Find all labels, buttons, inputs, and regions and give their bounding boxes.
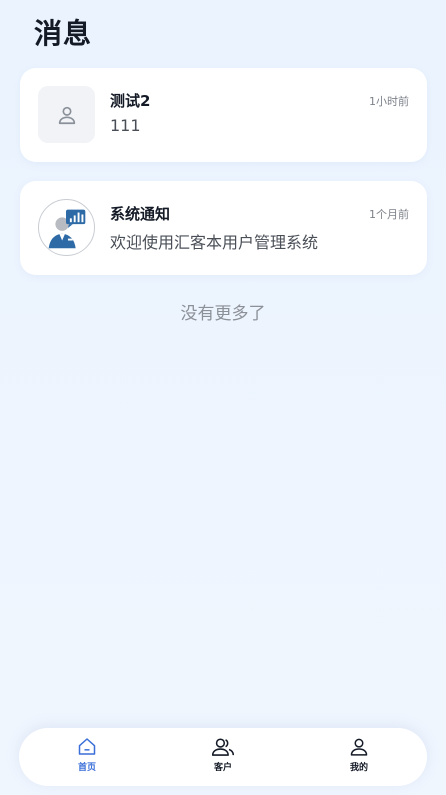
user-placeholder-icon <box>58 106 75 124</box>
avatar <box>38 86 95 143</box>
profile-icon <box>350 738 368 756</box>
tab-customers[interactable]: 客户 <box>188 737 258 779</box>
customers-icon <box>211 738 235 756</box>
message-time: 1个月前 <box>369 208 409 221</box>
avatar <box>38 199 95 256</box>
message-preview: 111 <box>110 116 141 135</box>
tab-label: 客户 <box>213 763 232 773</box>
message-preview: 欢迎使用汇客本用户管理系统 <box>110 233 319 252</box>
tab-profile[interactable]: 我的 <box>324 737 394 779</box>
tab-label: 首页 <box>77 763 96 773</box>
page-title: 消息 <box>34 17 93 50</box>
message-item-test2[interactable]: 测试2 1小时前 111 <box>20 68 427 162</box>
message-item-system-notice[interactable]: 系统通知 1个月前 欢迎使用汇客本用户管理系统 <box>20 181 427 275</box>
tab-home[interactable]: 首页 <box>52 737 122 779</box>
tab-label: 我的 <box>349 763 368 773</box>
home-icon <box>78 738 96 755</box>
message-sender: 系统通知 <box>110 205 171 223</box>
bottom-tab-bar: 首页 客户 我的 <box>19 728 427 786</box>
system-notice-icon <box>39 200 94 255</box>
message-time: 1小时前 <box>369 95 409 108</box>
message-sender: 测试2 <box>110 92 151 110</box>
list-end-text: 没有更多了 <box>180 304 266 324</box>
